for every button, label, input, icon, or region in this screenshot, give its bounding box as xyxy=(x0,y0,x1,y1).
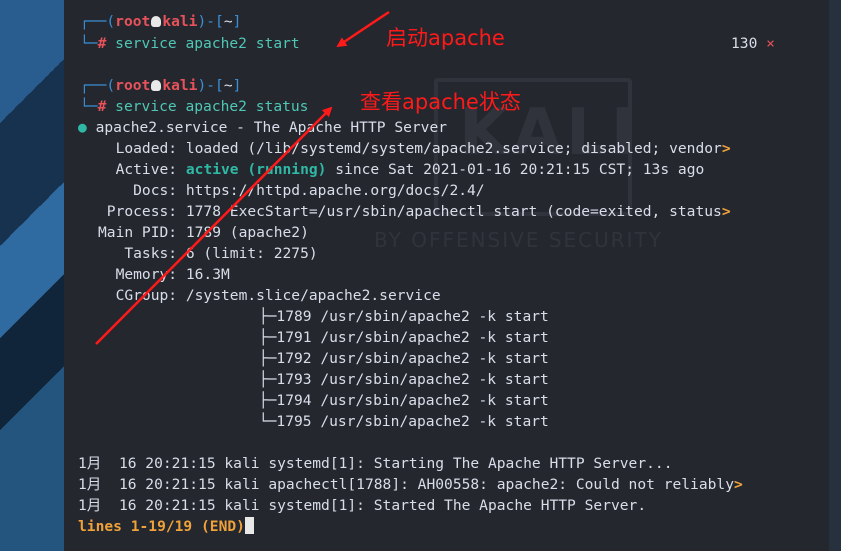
terminal-window[interactable]: KALI BY OFFENSIVE SECURITY ┌──(root kali)… xyxy=(64,0,829,551)
process-tree-line: ├─1793 /usr/sbin/apache2 -k start xyxy=(171,371,549,388)
process-tree-line: └─1795 /usr/sbin/apache2 -k start xyxy=(171,413,549,430)
annotation-status: 查看apache状态 xyxy=(360,90,521,114)
service-title: ● apache2.service - The Apache HTTP Serv… xyxy=(78,119,448,136)
status-dot-icon: ● xyxy=(78,119,87,136)
journal-line: 1月 16 20:21:15 kali systemd[1]: Started … xyxy=(78,497,647,514)
status-tasks: Tasks: 6 (limit: 2275) xyxy=(98,245,318,262)
desktop-wallpaper-right xyxy=(829,0,841,551)
skull-icon xyxy=(151,16,162,27)
status-docs: Docs: https://httpd.apache.org/docs/2.4/ xyxy=(98,182,485,199)
process-tree-line: ├─1792 /usr/sbin/apache2 -k start xyxy=(171,350,549,367)
skull-icon xyxy=(151,80,162,91)
exit-code: 130 × xyxy=(731,35,775,52)
annotation-start: 启动apache xyxy=(386,26,505,50)
text-cursor xyxy=(244,517,254,534)
journal-line: 1月 16 20:21:15 kali systemd[1]: Starting… xyxy=(78,455,673,472)
prompt-line-2: ┌──(root kali)-[~] xyxy=(80,77,242,94)
process-tree-line: ├─1789 /usr/sbin/apache2 -k start xyxy=(171,308,549,325)
status-process: Process: 1778 ExecStart=/usr/sbin/apache… xyxy=(98,203,731,220)
status-loaded: Loaded: loaded (/lib/systemd/system/apac… xyxy=(98,140,731,157)
command-line-2: └─# service apache2 status xyxy=(80,98,309,115)
command-line-1: └─# service apache2 start xyxy=(80,35,300,52)
desktop-wallpaper-left xyxy=(0,0,64,551)
status-cgroup: CGroup: /system.slice/apache2.service xyxy=(98,287,441,304)
status-main-pid: Main PID: 1789 (apache2) xyxy=(98,224,309,241)
prompt-line-1: ┌──(root kali)-[~] xyxy=(80,13,242,30)
process-tree-line: ├─1794 /usr/sbin/apache2 -k start xyxy=(171,392,549,409)
status-memory: Memory: 16.3M xyxy=(98,266,230,283)
status-active: Active: active (running) since Sat 2021-… xyxy=(98,161,705,178)
process-tree-line: ├─1791 /usr/sbin/apache2 -k start xyxy=(171,329,549,346)
journal-line: 1月 16 20:21:15 kali apachectl[1788]: AH0… xyxy=(78,476,743,493)
pager-status[interactable]: lines 1-19/19 (END) xyxy=(78,517,254,537)
